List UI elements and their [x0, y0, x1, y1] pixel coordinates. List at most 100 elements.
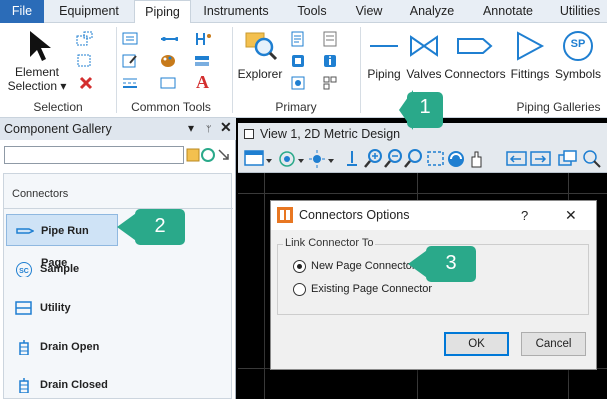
tab-analyze[interactable]: Analyze: [401, 0, 463, 23]
symbols-label: Symbols: [554, 67, 601, 81]
connectors-label: Connectors: [444, 67, 506, 81]
tab-view[interactable]: View: [347, 0, 391, 23]
cancel-button[interactable]: Cancel: [521, 332, 586, 356]
grid-line: [238, 193, 607, 194]
element-selection-button[interactable]: Element Selection ▾: [4, 27, 70, 97]
radio-label: New Page Connector: [311, 260, 416, 272]
rotate-view-icon[interactable]: [446, 149, 466, 169]
fittings-label: Fittings: [510, 67, 550, 81]
view-title-text: View 1, 2D Metric Design: [260, 127, 401, 141]
svg-text:SC: SC: [19, 268, 29, 275]
valves-gallery-button[interactable]: Valves: [404, 27, 444, 87]
explorer-button[interactable]: Explorer: [236, 27, 284, 87]
settings-icon[interactable]: [322, 31, 340, 47]
ribbon-tab-bar: File Equipment Piping Instruments Tools …: [0, 0, 607, 24]
callout-1-label: 1: [419, 96, 431, 118]
view-toolbar: [238, 145, 607, 173]
tab-piping[interactable]: Piping: [134, 0, 191, 24]
connectors-gallery-button[interactable]: Connectors: [444, 27, 506, 87]
explorer-icon: [245, 32, 278, 61]
piping-label: Piping: [367, 67, 401, 81]
ok-button[interactable]: OK: [444, 332, 509, 356]
properties-icon[interactable]: [290, 31, 308, 47]
pan-view-icon[interactable]: [466, 149, 486, 169]
connector-icon: [457, 38, 493, 54]
level-icon[interactable]: [194, 53, 212, 69]
tab-utilities[interactable]: Utilities: [553, 0, 607, 23]
selection-tool-icon[interactable]: [76, 31, 94, 47]
gallery-item-label: Drain Open: [40, 341, 100, 353]
tab-annotate[interactable]: Annotate: [474, 0, 542, 23]
gallery-item-label: Drain Closed: [40, 379, 108, 391]
update-view-icon[interactable]: [342, 149, 362, 169]
text-tool-icon[interactable]: A: [196, 72, 209, 93]
connectors-options-dialog: Connectors Options ? ✕ Link Connector To…: [270, 200, 597, 370]
models-icon[interactable]: [290, 53, 308, 69]
view-next-icon[interactable]: [530, 149, 552, 169]
display-style-icon[interactable]: [278, 149, 308, 169]
selection-group-label: Selection: [33, 100, 83, 114]
dialog-title-bar: Connectors Options ? ✕: [271, 201, 596, 230]
tab-tools[interactable]: Tools: [287, 0, 337, 23]
view-tools-icon[interactable]: [582, 149, 604, 169]
gallery-item-pipe-run-page[interactable]: Pipe Run Page: [6, 214, 118, 269]
place-line-icon[interactable]: [122, 31, 140, 47]
snap-icon[interactable]: [194, 31, 212, 47]
panel-menu-icon[interactable]: ▾: [188, 121, 194, 135]
view-previous-icon[interactable]: [506, 149, 528, 169]
primary-group-label: Primary: [275, 100, 317, 114]
symbols-gallery-button[interactable]: SP Symbols: [553, 27, 603, 87]
tab-file[interactable]: File: [0, 0, 44, 23]
view-attributes-icon[interactable]: [244, 149, 274, 169]
fittings-gallery-button[interactable]: Fittings: [507, 27, 553, 87]
edit-element-icon[interactable]: [122, 53, 140, 69]
callout-2-label: 2: [154, 215, 166, 237]
symbol-sp-text: SP: [570, 38, 586, 50]
gallery-item-sample[interactable]: SC Sample: [6, 253, 118, 285]
gallery-item-drain-closed[interactable]: Drain Closed: [6, 369, 118, 399]
dialog-close-icon[interactable]: ✕: [565, 201, 577, 230]
utility-icon: [15, 301, 32, 315]
fence-tool-icon[interactable]: [76, 53, 94, 69]
palette-icon[interactable]: [160, 53, 178, 69]
explorer-label: Explorer: [237, 67, 283, 81]
sample-icon: SC: [16, 262, 32, 277]
drain-open-icon: [19, 340, 29, 355]
attach-icon[interactable]: [322, 75, 340, 91]
rectangle-icon[interactable]: [160, 75, 178, 91]
zoom-out-icon[interactable]: [384, 149, 404, 169]
view-menu-icon[interactable]: [244, 129, 254, 139]
line-style-icon[interactable]: [122, 75, 140, 91]
callout-3-label: 3: [445, 252, 457, 274]
tab-instruments[interactable]: Instruments: [196, 0, 276, 23]
lighting-icon[interactable]: [308, 149, 338, 169]
gallery-item-label: Utility: [40, 302, 71, 314]
component-gallery-title: Component Gallery: [0, 118, 236, 140]
gallery-tools-icon[interactable]: [186, 147, 232, 163]
pin-icon[interactable]: ᛘ: [206, 124, 211, 134]
zoom-in-icon[interactable]: [364, 149, 384, 169]
references-icon[interactable]: [290, 75, 308, 91]
tab-equipment[interactable]: Equipment: [48, 0, 130, 23]
copy-view-icon[interactable]: [558, 149, 580, 169]
ribbon: Element Selection ▾ Selection A Common T…: [0, 23, 607, 118]
arrow-cursor-icon: [30, 31, 51, 61]
gallery-item-utility[interactable]: Utility: [6, 292, 118, 324]
radio-button[interactable]: [293, 260, 306, 273]
group-separator: [360, 27, 361, 113]
component-gallery-panel: Component Gallery ▾ ᛘ ✕ Connectors Pipe …: [0, 118, 236, 399]
element-selection-label: Element Selection ▾: [7, 65, 67, 93]
fit-view-icon[interactable]: [426, 149, 446, 169]
help-icon[interactable]: ?: [521, 201, 528, 230]
gallery-search-input[interactable]: [4, 146, 184, 164]
delete-icon[interactable]: [78, 75, 96, 91]
window-area-icon[interactable]: [404, 149, 424, 169]
measure-icon[interactable]: [160, 31, 178, 47]
gallery-item-drain-open[interactable]: Drain Open: [6, 331, 118, 363]
radio-button[interactable]: [293, 283, 306, 296]
info-icon[interactable]: [322, 53, 340, 69]
panel-close-icon[interactable]: ✕: [220, 119, 232, 136]
piping-gallery-button[interactable]: Piping: [364, 27, 404, 87]
drain-closed-icon: [19, 378, 29, 393]
fitting-icon: [517, 31, 545, 61]
